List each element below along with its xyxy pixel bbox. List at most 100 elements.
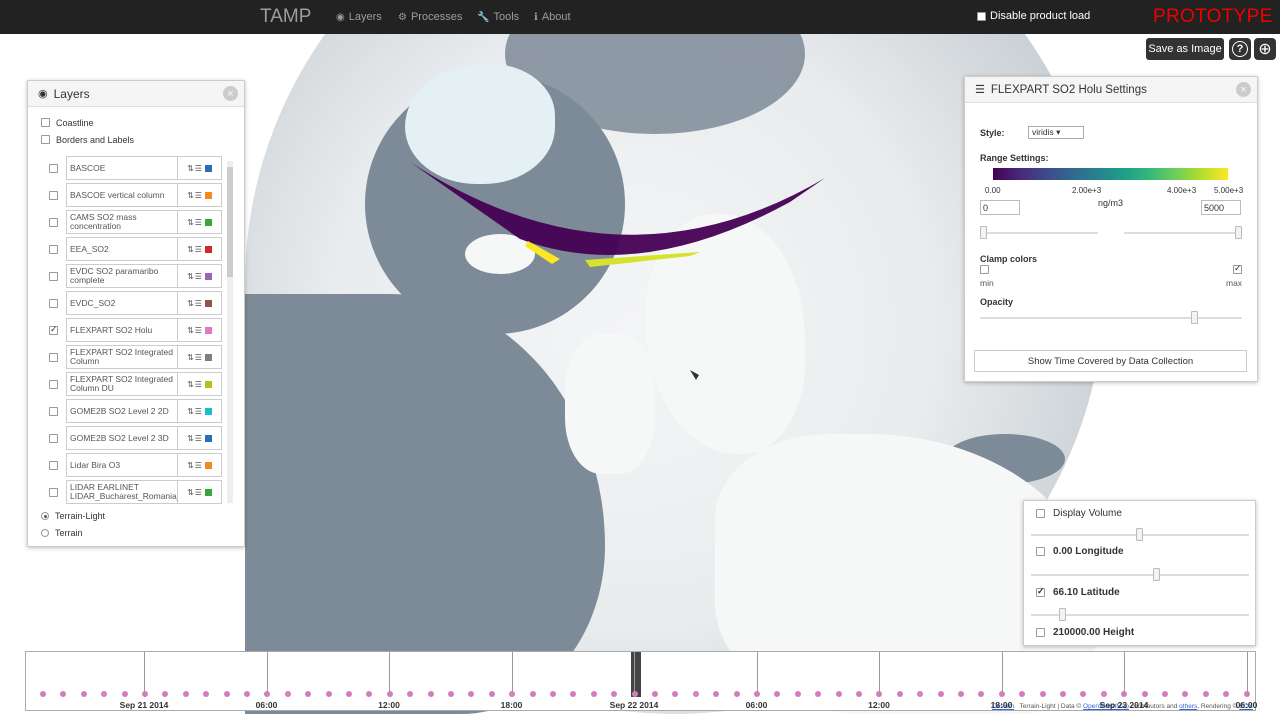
layer-name[interactable]: GOME2B SO2 Level 2 3D xyxy=(66,426,178,450)
latitude-control[interactable]: 66.10 Latitude xyxy=(1036,586,1120,598)
timeline-data-dot[interactable] xyxy=(427,691,434,697)
layer-name[interactable]: Lidar Bira O3 xyxy=(66,453,178,477)
sliders-icon[interactable]: ☰ xyxy=(195,164,202,173)
timeline-data-dot[interactable] xyxy=(60,691,67,697)
reorder-icon[interactable]: ⇅ xyxy=(187,299,194,308)
language-button[interactable]: ⊕ xyxy=(1254,38,1276,60)
nav-about[interactable]: ℹ About xyxy=(534,11,571,23)
sliders-icon[interactable]: ☰ xyxy=(195,461,202,470)
timeline-data-dot[interactable] xyxy=(998,691,1005,697)
timeline-data-dot[interactable] xyxy=(529,691,536,697)
borders-labels-checkbox[interactable] xyxy=(41,135,50,144)
range-max-slider-track[interactable] xyxy=(1124,232,1242,234)
timeline-data-dot[interactable] xyxy=(284,691,291,697)
timeline-data-dot[interactable] xyxy=(692,691,699,697)
timeline-data-dot[interactable] xyxy=(182,691,189,697)
timeline-data-dot[interactable] xyxy=(223,691,230,697)
layer-checkbox[interactable] xyxy=(49,461,58,470)
reorder-icon[interactable]: ⇅ xyxy=(187,218,194,227)
timeline-data-dot[interactable] xyxy=(1202,691,1209,697)
layer-color-swatch[interactable] xyxy=(204,380,212,388)
timeline-data-dot[interactable] xyxy=(733,691,740,697)
save-as-image-button[interactable]: Save as Image xyxy=(1146,38,1224,60)
reorder-icon[interactable]: ⇅ xyxy=(187,272,194,281)
layer-row[interactable]: GOME2B SO2 Level 2 2D ⇅ ☰ xyxy=(40,398,236,425)
display-volume-checkbox[interactable] xyxy=(1036,509,1045,518)
clamp-min-checkbox[interactable] xyxy=(980,265,989,274)
coastline-checkbox[interactable] xyxy=(41,118,50,127)
sliders-icon[interactable]: ☰ xyxy=(195,353,202,362)
timeline-data-dot[interactable] xyxy=(1039,691,1046,697)
layer-checkbox[interactable] xyxy=(49,191,58,200)
help-button[interactable]: ? xyxy=(1229,38,1251,60)
terrain-radio[interactable] xyxy=(41,528,49,537)
timeline-data-dot[interactable] xyxy=(244,691,250,697)
timeline-data-dot[interactable] xyxy=(386,691,393,697)
layer-color-swatch[interactable] xyxy=(204,191,212,199)
timeline-data-dot[interactable] xyxy=(1121,691,1128,697)
height-checkbox[interactable] xyxy=(1036,628,1045,637)
range-max-input[interactable]: 5000 xyxy=(1201,200,1241,215)
reorder-icon[interactable]: ⇅ xyxy=(187,353,194,362)
layer-checkbox[interactable] xyxy=(49,299,58,308)
reorder-icon[interactable]: ⇅ xyxy=(187,191,194,200)
range-max-slider-handle[interactable] xyxy=(1235,226,1242,239)
timeline-data-dot[interactable] xyxy=(550,691,556,697)
layer-color-swatch[interactable] xyxy=(204,218,212,226)
basemap-terrain[interactable]: Terrain xyxy=(41,524,105,541)
timeline-data-dot[interactable] xyxy=(611,691,618,697)
timeline-data-dot[interactable] xyxy=(570,691,577,697)
layer-row[interactable]: EVDC_SO2 ⇅ ☰ xyxy=(40,290,236,317)
nav-processes[interactable]: ⚙ Processes xyxy=(398,11,462,23)
timeline-data-dot[interactable] xyxy=(815,691,822,697)
layer-list-scroll-thumb[interactable] xyxy=(227,167,233,277)
layer-checkbox[interactable] xyxy=(49,488,58,497)
sliders-icon[interactable]: ☰ xyxy=(195,488,202,497)
timeline-data-dot[interactable] xyxy=(672,691,679,697)
height-control[interactable]: 210000.00 Height xyxy=(1036,627,1134,638)
borders-labels-option[interactable]: Borders and Labels xyxy=(41,131,134,148)
disable-product-load-checkbox[interactable] xyxy=(977,11,986,21)
timeline-data-dot[interactable] xyxy=(1100,691,1107,697)
show-time-covered-button[interactable]: Show Time Covered by Data Collection xyxy=(974,350,1247,372)
layer-color-swatch[interactable] xyxy=(204,245,212,253)
timeline-data-dot[interactable] xyxy=(958,691,964,697)
timeline-data-dot[interactable] xyxy=(203,691,210,697)
timeline-data-dot[interactable] xyxy=(876,691,883,697)
layer-row[interactable]: FLEXPART SO2 Integrated Column DU ⇅ ☰ xyxy=(40,371,236,398)
longitude-slider-handle[interactable] xyxy=(1153,568,1160,581)
timeline-data-dot[interactable] xyxy=(1243,691,1250,697)
clamp-max-checkbox[interactable] xyxy=(1233,263,1242,274)
layer-color-swatch[interactable] xyxy=(204,299,212,307)
timeline-data-dot[interactable] xyxy=(448,691,454,697)
reorder-icon[interactable]: ⇅ xyxy=(187,380,194,389)
sliders-icon[interactable]: ☰ xyxy=(195,407,202,416)
layer-checkbox[interactable] xyxy=(49,324,58,335)
timeline-data-dot[interactable] xyxy=(509,691,516,697)
layer-checkbox[interactable] xyxy=(49,164,58,173)
layer-checkbox[interactable] xyxy=(49,407,58,416)
timeline-data-dot[interactable] xyxy=(1060,691,1066,697)
timeline-data-dot[interactable] xyxy=(366,691,373,697)
layer-row[interactable]: EEA_SO2 ⇅ ☰ xyxy=(40,236,236,263)
sliders-icon[interactable]: ☰ xyxy=(195,299,202,308)
terrain-light-radio[interactable] xyxy=(41,511,49,520)
layer-row[interactable]: Lidar Bira O3 ⇅ ☰ xyxy=(40,452,236,479)
reorder-icon[interactable]: ⇅ xyxy=(187,461,194,470)
layer-row[interactable]: FLEXPART SO2 Integrated Column ⇅ ☰ xyxy=(40,344,236,371)
timeline-data-dot[interactable] xyxy=(590,691,597,697)
layer-name[interactable]: LIDAR EARLINET LIDAR_Bucharest_Romania_1… xyxy=(66,480,212,504)
layer-row[interactable]: FLEXPART SO2 Holu⇅☰ xyxy=(40,317,236,344)
sliders-icon[interactable]: ☰ xyxy=(195,191,202,200)
basemap-terrain-light[interactable]: Terrain-Light xyxy=(41,507,105,524)
range-min-slider-track[interactable] xyxy=(980,232,1098,234)
timeline-data-dot[interactable] xyxy=(896,691,903,697)
sliders-icon[interactable]: ☰ xyxy=(195,380,202,389)
sliders-icon[interactable]: ☰ xyxy=(195,272,202,281)
longitude-checkbox[interactable] xyxy=(1036,547,1045,556)
timeline-data-dot[interactable] xyxy=(488,691,495,697)
timeline-data-dot[interactable] xyxy=(917,691,924,697)
layer-name[interactable]: GOME2B SO2 Level 2 2D xyxy=(66,399,178,423)
reorder-icon[interactable]: ⇅ xyxy=(187,326,194,335)
layer-list[interactable]: BASCOE ⇅ ☰ BASCOE vertical column ⇅ ☰ CAMS SO2… xyxy=(40,155,236,505)
